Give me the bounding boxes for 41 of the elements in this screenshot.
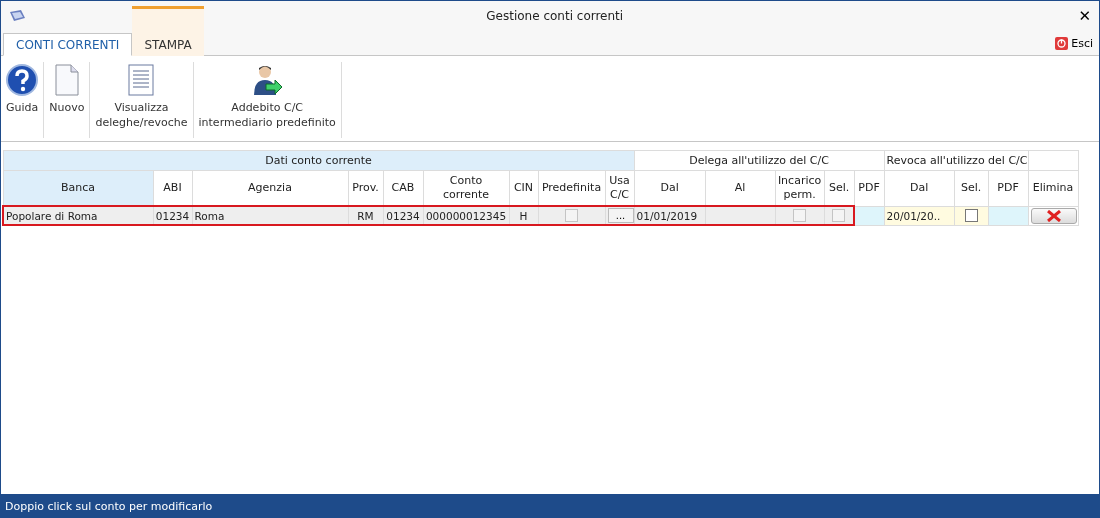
window-title: Gestione conti correnti xyxy=(485,9,625,23)
browse-button[interactable]: ... xyxy=(607,208,634,223)
table-cell: Roma xyxy=(192,206,348,225)
list-document-icon xyxy=(128,64,155,96)
table-cell: 01234 xyxy=(383,206,423,225)
table-cell: 000000012345 xyxy=(423,206,509,225)
checkbox[interactable] xyxy=(565,209,578,223)
checkbox[interactable] xyxy=(793,209,807,223)
column-header: Sel. xyxy=(954,170,989,206)
toolbar-button[interactable]: Guida xyxy=(1,62,44,117)
status-bar: Doppio click sul conto per modificarlo xyxy=(1,494,1099,518)
exit-button[interactable]: Esci xyxy=(1055,37,1099,55)
column-header: Elimina xyxy=(1028,170,1079,206)
tab[interactable]: STAMPA xyxy=(132,6,204,56)
table-cell: 01234 xyxy=(153,206,192,225)
table-cell: H xyxy=(509,206,538,225)
group-header: Revoca all'utilizzo del C/C xyxy=(884,150,1029,171)
table-row[interactable]: Popolare di Roma 01234 Roma RM 01234 000000012345 H ... 01/01/2019 20/01/20.. xyxy=(3,206,1079,225)
toolbar-button[interactable]: Visualizza deleghe/revoche xyxy=(90,62,193,132)
help-icon xyxy=(6,64,39,96)
checkbox[interactable] xyxy=(832,209,846,223)
column-header: PDF xyxy=(854,170,885,206)
column-header: Dal xyxy=(884,170,955,206)
toolbar-button[interactable]: Addebito C/C intermediario predefinito xyxy=(193,62,341,132)
group-header: Dati conto corrente xyxy=(3,150,635,171)
close-button[interactable]: ✕ xyxy=(1078,7,1091,25)
power-icon xyxy=(1055,37,1069,50)
person-arrow-icon xyxy=(251,64,284,96)
column-header: Banca xyxy=(3,170,153,206)
toolbar-button[interactable]: Nuovo xyxy=(44,62,90,117)
table-cell: 01/01/2019 xyxy=(634,206,706,225)
delete-icon xyxy=(1045,209,1062,222)
checkbox[interactable] xyxy=(964,209,978,223)
document-icon xyxy=(54,64,79,96)
group-header: Delega all'utilizzo del C/C xyxy=(634,150,885,171)
table-cell: RM xyxy=(348,206,383,225)
tab[interactable]: CONTI CORRENTI xyxy=(3,33,133,56)
column-header: PDF xyxy=(988,170,1029,206)
app-icon xyxy=(9,9,27,23)
delete-button[interactable] xyxy=(1030,207,1077,224)
table-cell: Popolare di Roma xyxy=(3,206,153,225)
